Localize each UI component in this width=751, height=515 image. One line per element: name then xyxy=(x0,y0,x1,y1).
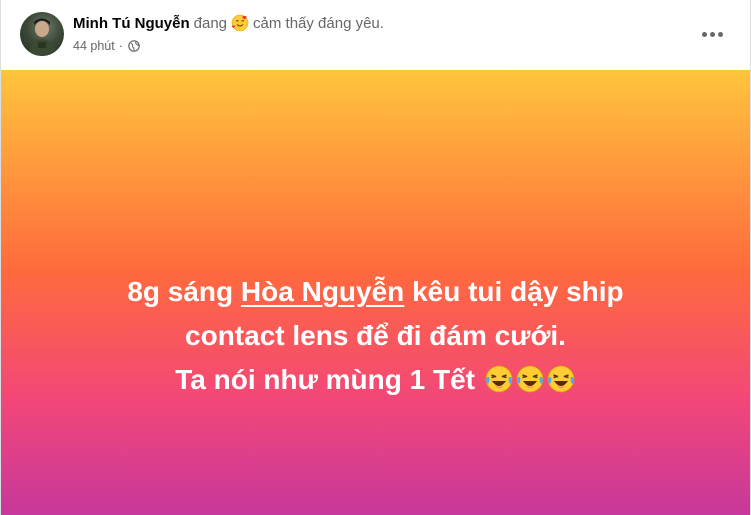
laughing-tears-emoji-icon xyxy=(484,363,514,393)
author-name[interactable]: Minh Tú Nguyễn xyxy=(73,15,190,32)
post-text-segment: Ta nói như mùng 1 Tết xyxy=(175,364,475,395)
more-options-icon xyxy=(701,31,707,37)
laughing-tears-emoji-icon xyxy=(546,363,576,393)
grinning-hearts-emoji-icon xyxy=(231,14,249,32)
laughing-tears-emoji-icon xyxy=(515,363,545,393)
post-timestamp[interactable]: 44 phút xyxy=(73,39,115,53)
meta-separator: · xyxy=(118,39,123,53)
avatar[interactable] xyxy=(20,12,64,56)
feeling-prefix: đang xyxy=(193,14,228,32)
post-title-line: Minh Tú Nguyễn đang cảm thấy đáng yêu. xyxy=(73,14,384,32)
more-options-icon xyxy=(709,31,715,37)
post-card: Minh Tú Nguyễn đang cảm thấy đáng yêu. 4… xyxy=(0,0,751,515)
post-meta: 44 phút · xyxy=(73,39,140,53)
post-text-segment: kêu tui dậy ship xyxy=(412,276,624,307)
post-text-line-1: 8g sáng Hòa Nguyễn kêu tui dậy ship xyxy=(1,270,750,314)
post-text-line-2: contact lens để đi đám cưới. xyxy=(185,320,566,351)
post-text-line-3: Ta nói như mùng 1 Tết xyxy=(1,358,750,402)
feeling-text: cảm thấy đáng yêu. xyxy=(253,14,384,32)
mention-link[interactable]: Hòa Nguyễn xyxy=(241,276,404,307)
post-text-segment: 8g sáng xyxy=(127,276,234,307)
more-options-icon xyxy=(717,31,723,37)
more-options-button[interactable] xyxy=(694,20,730,48)
post-header: Minh Tú Nguyễn đang cảm thấy đáng yêu. 4… xyxy=(1,0,750,70)
globe-icon[interactable] xyxy=(128,40,140,52)
post-body-text: 8g sáng Hòa Nguyễn kêu tui dậy ship cont… xyxy=(1,270,750,402)
